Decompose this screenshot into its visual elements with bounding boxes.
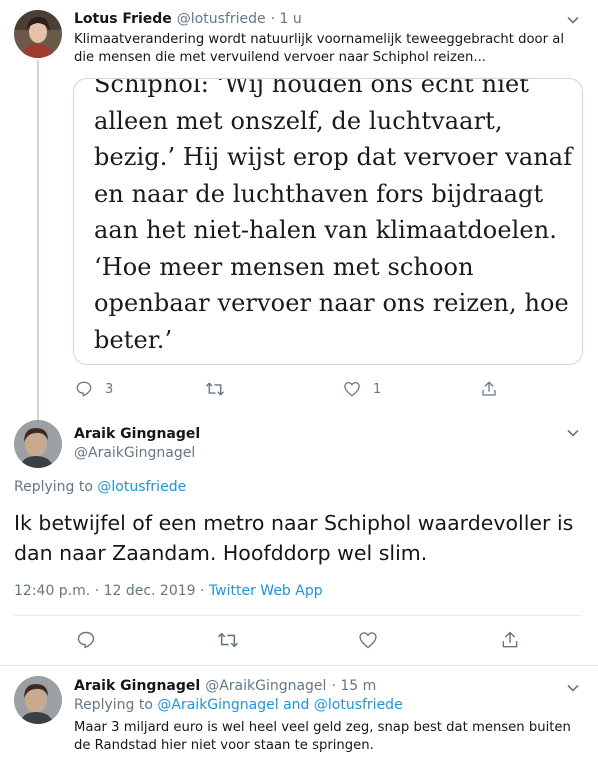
tweet-timestamp[interactable]: 12:40 p.m. · 12 dec. 2019 · <box>14 583 209 599</box>
divider <box>14 615 582 616</box>
reply-count: 3 <box>105 381 114 397</box>
chevron-down-icon[interactable] <box>566 680 580 699</box>
thread-line <box>37 60 39 420</box>
like-icon <box>344 381 360 397</box>
retweet-button[interactable] <box>205 380 225 398</box>
retweet-icon <box>206 382 224 396</box>
chevron-down-icon[interactable] <box>566 425 580 444</box>
divider <box>0 665 598 666</box>
avatar[interactable] <box>14 420 62 468</box>
tweet-text: Maar 3 miljard euro is wel heel veel gel… <box>74 720 571 753</box>
reply-icon <box>76 381 92 397</box>
quoted-image-line: ‘Hoe meer mensen met schoon <box>94 252 474 281</box>
like-button[interactable] <box>358 630 378 650</box>
author-handle[interactable]: @lotusfriede <box>177 11 266 27</box>
like-count: 1 <box>373 381 382 397</box>
quoted-image-line: alleen met onszelf, de luchtvaart, <box>94 106 503 135</box>
replying-to: Replying to @AraikGingnagel and @lotusfr… <box>74 697 403 713</box>
quoted-image-line: aan het niet-halen van klimaatdoelen. <box>94 216 558 244</box>
avatar-image <box>14 420 62 468</box>
share-button[interactable] <box>500 630 520 650</box>
like-icon <box>359 632 377 649</box>
avatar-image <box>14 10 62 58</box>
quoted-image-card[interactable]: Schiphol: ‘Wij houden ons echt niet allee… <box>73 78 583 365</box>
replying-to-link[interactable]: @lotusfriede <box>97 479 186 495</box>
author-name[interactable]: Araik Gingnagel <box>74 426 200 442</box>
like-button[interactable]: 1 <box>343 380 381 398</box>
retweet-button[interactable] <box>217 630 239 650</box>
tweet-meta: 12:40 p.m. · 12 dec. 2019 · Twitter Web … <box>14 583 323 599</box>
tweet-source[interactable]: Twitter Web App <box>209 583 323 599</box>
share-icon <box>482 381 496 396</box>
author-handle[interactable]: @AraikGingnagel <box>74 445 195 461</box>
reply-button[interactable] <box>76 630 96 650</box>
tweet-text: Ik betwijfel of een metro naar Schiphol … <box>14 511 574 565</box>
author-handle[interactable]: @AraikGingnagel <box>205 678 326 694</box>
author-name[interactable]: Lotus Friede <box>74 11 172 27</box>
share-button[interactable] <box>480 380 498 398</box>
tweet-time[interactable]: · 15 m <box>331 678 376 694</box>
avatar[interactable] <box>14 676 62 724</box>
quoted-image-line: openbaar vervoer naar ons reizen, hoe <box>94 289 569 317</box>
chevron-down-icon[interactable] <box>566 12 580 31</box>
replying-to: Replying to @lotusfriede <box>14 479 186 495</box>
reply-icon <box>77 631 95 649</box>
quoted-image-line: Schiphol: ‘Wij houden ons echt niet <box>94 78 530 98</box>
avatar[interactable] <box>14 10 62 58</box>
share-icon <box>502 631 518 648</box>
author-name[interactable]: Araik Gingnagel <box>74 678 200 694</box>
quoted-image-line: en naar de luchthaven fors bijdraagt <box>94 179 544 208</box>
replying-to-prefix: Replying to <box>14 479 98 495</box>
avatar-image <box>14 676 62 724</box>
reply-button[interactable]: 3 <box>75 380 113 398</box>
tweet-text: Klimaatverandering wordt natuurlijk voor… <box>74 32 564 65</box>
quoted-image-text: Schiphol: ‘Wij houden ons echt niet allee… <box>94 78 573 358</box>
quoted-image-line: beter.’ <box>94 325 173 354</box>
tweet-time[interactable]: · 1 u <box>271 11 302 27</box>
replying-to-prefix: Replying to <box>74 697 158 713</box>
retweet-icon <box>218 632 238 648</box>
replying-to-link[interactable]: @AraikGingnagel and @lotusfriede <box>157 697 402 713</box>
quoted-image-line: bezig.’ Hij wijst erop dat vervoer vanaf <box>94 143 573 171</box>
